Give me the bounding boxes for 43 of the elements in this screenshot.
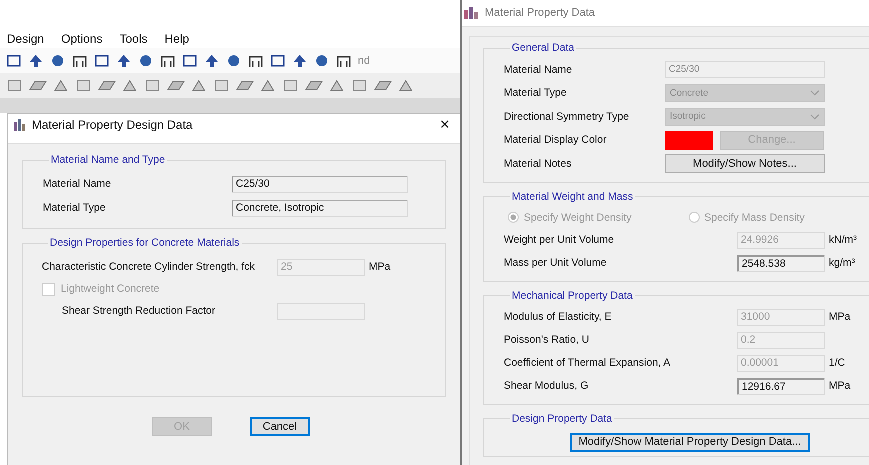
group-title: Material Weight and Mass: [511, 190, 634, 202]
menu-item[interactable]: Tools: [120, 32, 148, 46]
input-field[interactable]: 12916.67: [737, 378, 825, 394]
radio-label: Specify Weight Density: [524, 212, 632, 224]
input-field[interactable]: 2548.538: [737, 254, 825, 272]
checkbox-label: Lightweight Concrete: [61, 283, 160, 295]
field-label: Poisson's Ratio, U: [504, 334, 590, 346]
field-label: Mass per Unit Volume: [504, 257, 608, 269]
unit-label: kg/m³: [829, 257, 856, 269]
field-label: Directional Symmetry Type: [504, 110, 630, 123]
group-title: Design Properties for Concrete Materials: [49, 237, 241, 249]
field-label: Material Name: [43, 178, 112, 190]
group-title: Mechanical Property Data: [511, 290, 634, 302]
group-title: Design Property Data: [511, 412, 614, 424]
dialog-button[interactable]: Cancel: [250, 417, 310, 436]
field-label: Shear Strength Reduction Factor: [62, 305, 217, 317]
field-label: Modulus of Elasticity, E: [504, 311, 613, 323]
toolbar-label: nd: [358, 54, 370, 66]
close-icon[interactable]: ×: [440, 115, 450, 135]
menu-item[interactable]: Options: [61, 32, 103, 46]
unit-label: kN/m³: [829, 234, 857, 246]
group-title: Material Name and Type: [50, 154, 166, 166]
field-label: Material Display Color: [504, 134, 608, 146]
radio-label: Specify Mass Density: [704, 212, 805, 224]
menu-item[interactable]: Help: [164, 32, 190, 46]
unit-label: 1/C: [829, 357, 846, 369]
field-label: Material Type: [504, 87, 568, 100]
design-data-button[interactable]: Modify/Show Material Property Design Data...: [570, 432, 810, 452]
notes-button[interactable]: Modify/Show Notes...: [665, 154, 825, 174]
unit-label: MPa: [369, 261, 391, 273]
group-title: General Data: [511, 42, 576, 54]
field-label: Coefficient of Thermal Expansion, A: [504, 357, 672, 369]
window-title: Material Property Design Data: [32, 118, 193, 132]
window-title: Material Property Data: [485, 7, 596, 19]
field-label: Shear Modulus, G: [504, 380, 590, 392]
field-label: Material Notes: [504, 158, 573, 170]
field-label: Material Type: [43, 202, 107, 214]
unit-label: MPa: [829, 380, 851, 392]
field-label: Material Name: [504, 64, 574, 76]
unit-label: MPa: [829, 311, 851, 323]
field-label: Characteristic Concrete Cylinder Strength, fck: [42, 261, 256, 273]
menu-item[interactable]: Design: [7, 32, 44, 46]
field-label: Weight per Unit Volume: [504, 234, 616, 246]
